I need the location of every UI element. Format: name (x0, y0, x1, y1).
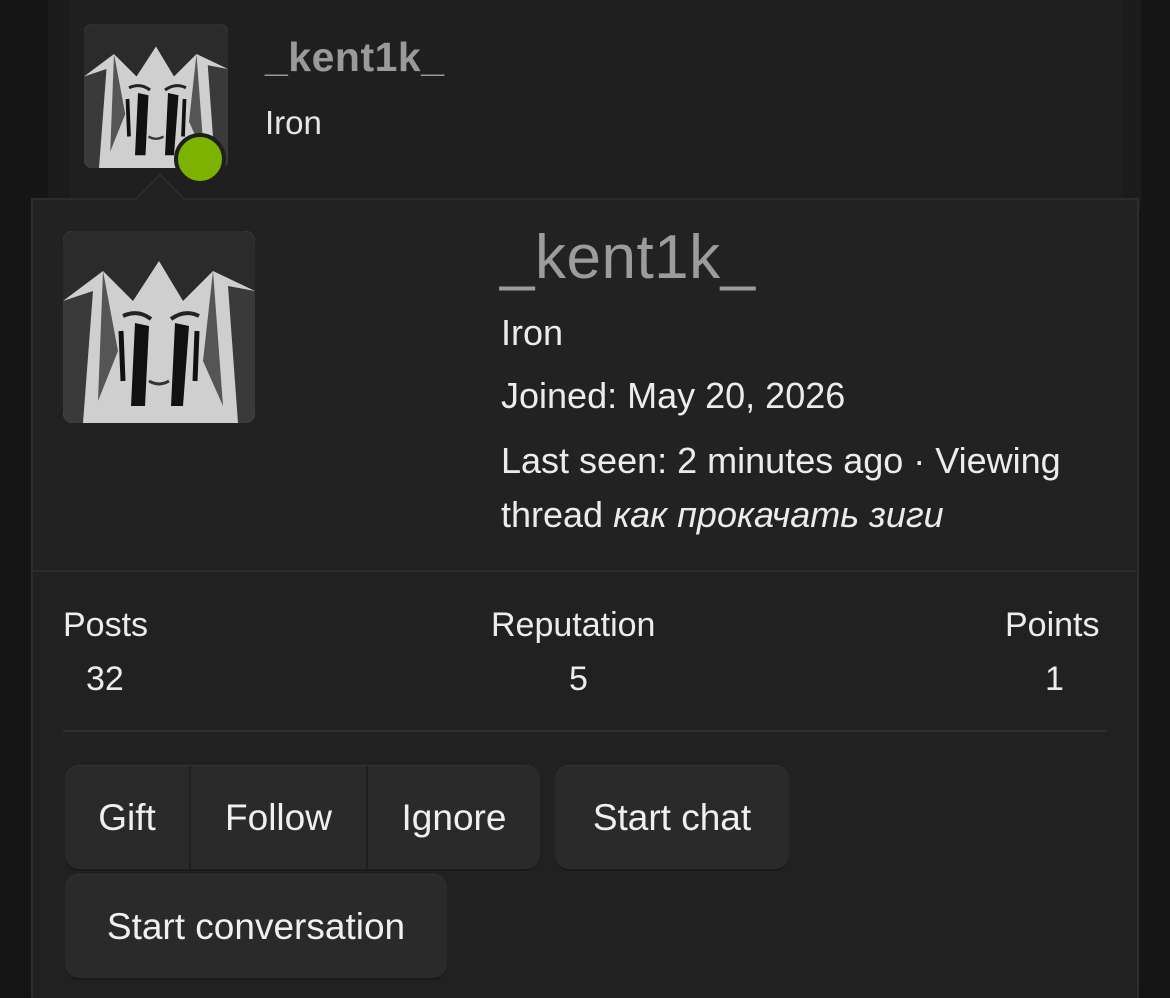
avatar-image (63, 231, 255, 423)
stats-divider (63, 730, 1107, 732)
follow-button[interactable]: Follow (189, 766, 366, 869)
start-conversation-group: Start conversation (65, 875, 447, 978)
ignore-button[interactable]: Ignore (366, 766, 540, 869)
activity-thread-link[interactable]: как прокачать зиги (613, 494, 944, 535)
stat-reputation-label: Reputation (491, 606, 656, 644)
post-username[interactable]: _kent1k_ (265, 34, 445, 81)
stat-reputation-value[interactable]: 5 (569, 660, 588, 699)
online-dot-icon (174, 133, 226, 185)
start-chat-button[interactable]: Start chat (555, 766, 789, 869)
member-card-avatar[interactable] (63, 231, 255, 423)
member-card-joined: Joined: May 20, 2026 (501, 375, 845, 417)
last-seen-value: 2 minutes ago · Viewing (677, 440, 1061, 481)
stat-points-value[interactable]: 1 (1045, 660, 1064, 699)
member-card-rank: Iron (501, 312, 564, 353)
stat-points-label: Points (1005, 606, 1100, 644)
gift-button[interactable]: Gift (65, 766, 189, 869)
last-seen-label: Last seen: (501, 440, 668, 481)
stat-posts-value[interactable]: 32 (86, 660, 124, 699)
stat-posts-label: Posts (63, 606, 149, 644)
member-card-last-seen: Last seen: 2 minutes ago · Viewing (501, 440, 1061, 482)
start-chat-group: Start chat (555, 766, 789, 869)
joined-date: May 20, 2026 (627, 375, 846, 416)
post-user-rank: Iron (265, 104, 322, 141)
member-card-username[interactable]: _kent1k_ (500, 222, 756, 293)
member-card-activity: thread как прокачать зиги (501, 494, 944, 536)
user-action-button-group: Gift Follow Ignore (65, 766, 540, 869)
start-conversation-button[interactable]: Start conversation (65, 875, 447, 978)
joined-label: Joined: (501, 375, 618, 416)
activity-prefix: thread (501, 494, 604, 535)
